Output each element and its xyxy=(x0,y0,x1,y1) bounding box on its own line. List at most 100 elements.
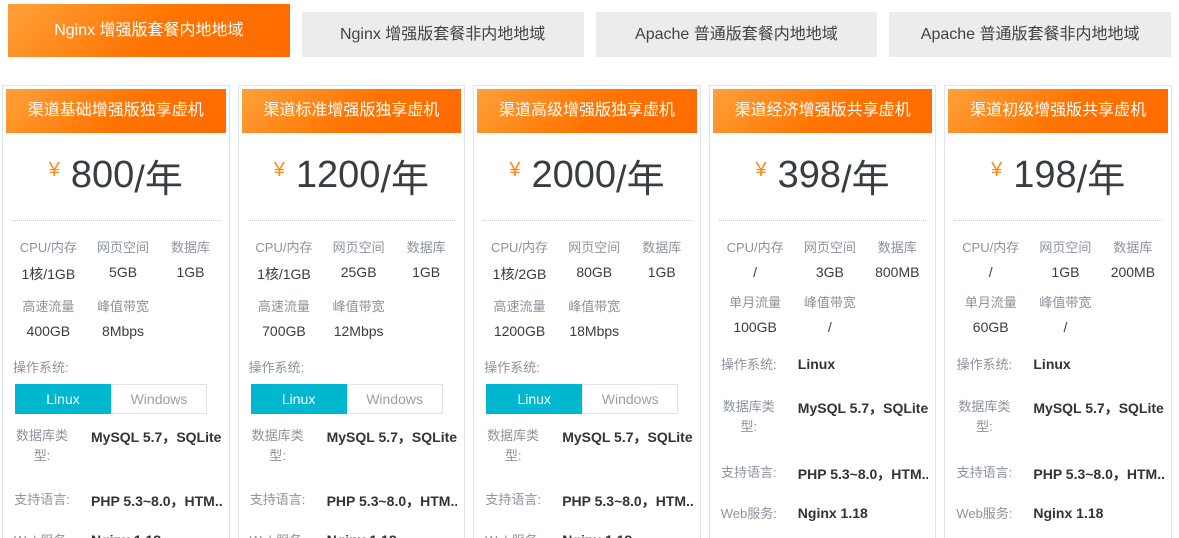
row-db-type: 数据库类型:MySQL 5.7，SQLite xyxy=(717,397,929,437)
price-amount: 2000 xyxy=(531,154,616,197)
row-db-type: 数据库类型:MySQL 5.7，SQLite xyxy=(952,397,1164,437)
plan-tabs: Nginx 增强版套餐内地地域 Nginx 增强版套餐非内地地域 Apache … xyxy=(0,0,1179,57)
row-db-type: 数据库类型:MySQL 5.7，SQLite xyxy=(246,426,458,466)
tab-apache-standard-non-mainland[interactable]: Apache 普通版套餐非内地地域 xyxy=(889,12,1171,57)
row-languages: 支持语言:PHP 5.3~8.0，HTM... xyxy=(717,463,929,484)
spec-row-2: 单月流量100GB 峰值带宽/ xyxy=(713,280,933,335)
spec-database: 数据库1GB xyxy=(397,237,455,284)
os-linux-button[interactable]: Linux xyxy=(251,384,347,414)
spec-space: 网页空间1GB xyxy=(1027,237,1104,280)
spec-space: 网页空间5GB xyxy=(85,237,162,284)
os-label: 操作系统: xyxy=(13,357,226,376)
plan-title: 渠道初级增强版共享虚机 xyxy=(948,89,1168,133)
spec-bandwidth: 峰值带宽12Mbps xyxy=(320,296,397,339)
spec-row-2: 高速流量400GB 峰值带宽8Mbps xyxy=(6,284,226,339)
tab-nginx-enhanced-non-mainland[interactable]: Nginx 增强版套餐非内地地域 xyxy=(302,12,584,57)
spec-bandwidth: 峰值带宽/ xyxy=(791,292,868,335)
spec-row-1: CPU/内存/ 网页空间1GB 数据库200MB xyxy=(948,221,1168,280)
plan-title: 渠道高级增强版独享虚机 xyxy=(477,89,697,133)
spec-row-2: 高速流量700GB 峰值带宽12Mbps xyxy=(242,284,462,339)
spec-database: 数据库200MB xyxy=(1104,237,1162,280)
plan-price: ¥ 1200 /年 xyxy=(242,133,462,220)
price-unit: /年 xyxy=(134,148,183,203)
currency-symbol: ¥ xyxy=(49,159,60,182)
row-languages: 支持语言:PHP 5.3~8.0，HTM... xyxy=(10,490,222,511)
spec-traffic: 高速流量700GB xyxy=(248,296,321,339)
row-db-type: 数据库类型:MySQL 5.7，SQLite xyxy=(481,426,693,466)
plan-card-advanced: 渠道高级增强版独享虚机 ¥ 2000 /年 CPU/内存1核/2GB 网页空间8… xyxy=(473,85,701,538)
detail-rows: 操作系统:Linux 数据库类型:MySQL 5.7，SQLite 支持语言:P… xyxy=(713,355,933,538)
detail-rows: 操作系统:Linux 数据库类型:MySQL 5.7，SQLite 支持语言:P… xyxy=(948,355,1168,538)
price-unit: /年 xyxy=(1077,148,1126,203)
row-os: 操作系统:Linux xyxy=(717,355,929,375)
spec-space: 网页空间25GB xyxy=(320,237,397,284)
plan-card-entry: 渠道初级增强版共享虚机 ¥ 198 /年 CPU/内存/ 网页空间1GB 数据库… xyxy=(944,85,1172,538)
spec-database: 数据库1GB xyxy=(633,237,691,284)
spec-database: 数据库1GB xyxy=(161,237,219,284)
os-windows-button[interactable]: Windows xyxy=(111,384,207,414)
plan-card-basic: 渠道基础增强版独享虚机 ¥ 800 /年 CPU/内存1核/1GB 网页空间5G… xyxy=(2,85,230,538)
spec-row-1: CPU/内存/ 网页空间3GB 数据库800MB xyxy=(713,221,933,280)
spec-space: 网页空间3GB xyxy=(791,237,868,280)
price-unit: /年 xyxy=(616,148,665,203)
plan-cards: 渠道基础增强版独享虚机 ¥ 800 /年 CPU/内存1核/1GB 网页空间5G… xyxy=(0,85,1179,538)
currency-symbol: ¥ xyxy=(991,159,1002,182)
os-label: 操作系统: xyxy=(249,357,462,376)
plan-price: ¥ 198 /年 xyxy=(948,133,1168,220)
detail-rows: 数据库类型:MySQL 5.7，SQLite 支持语言:PHP 5.3~8.0，… xyxy=(242,426,462,538)
spec-cpu: CPU/内存/ xyxy=(954,237,1027,280)
currency-symbol: ¥ xyxy=(509,159,520,182)
row-languages: 支持语言:PHP 5.3~8.0，HTM... xyxy=(481,490,693,511)
spec-traffic: 高速流量400GB xyxy=(12,296,85,339)
spec-row-1: CPU/内存1核/1GB 网页空间5GB 数据库1GB xyxy=(6,221,226,284)
spec-row-1: CPU/内存1核/2GB 网页空间80GB 数据库1GB xyxy=(477,221,697,284)
price-amount: 1200 xyxy=(296,154,381,197)
hosting-pricing-page: Nginx 增强版套餐内地地域 Nginx 增强版套餐非内地地域 Apache … xyxy=(0,0,1179,538)
row-db-type: 数据库类型:MySQL 5.7，SQLite xyxy=(10,426,222,466)
row-languages: 支持语言:PHP 5.3~8.0，HTM... xyxy=(952,463,1164,484)
plan-price: ¥ 800 /年 xyxy=(6,133,226,220)
spec-cpu: CPU/内存1核/1GB xyxy=(248,237,321,284)
spec-cpu: CPU/内存1核/1GB xyxy=(12,237,85,284)
spec-traffic: 高速流量1200GB xyxy=(483,296,556,339)
currency-symbol: ¥ xyxy=(274,159,285,182)
spec-cpu: CPU/内存/ xyxy=(719,237,792,280)
os-windows-button[interactable]: Windows xyxy=(347,384,443,414)
spec-row-1: CPU/内存1核/1GB 网页空间25GB 数据库1GB xyxy=(242,221,462,284)
price-amount: 800 xyxy=(71,154,134,197)
plan-card-standard: 渠道标准增强版独享虚机 ¥ 1200 /年 CPU/内存1核/1GB 网页空间2… xyxy=(238,85,466,538)
tab-nginx-enhanced-mainland[interactable]: Nginx 增强版套餐内地地域 xyxy=(8,4,290,57)
tab-apache-standard-mainland[interactable]: Apache 普通版套餐内地地域 xyxy=(596,12,878,57)
os-label: 操作系统: xyxy=(484,357,697,376)
price-unit: /年 xyxy=(841,148,890,203)
plan-title: 渠道基础增强版独享虚机 xyxy=(6,89,226,133)
spec-row-2: 单月流量60GB 峰值带宽/ xyxy=(948,280,1168,335)
row-web-service: Web服务:Nginx 1.18 xyxy=(717,504,929,524)
plan-price: ¥ 398 /年 xyxy=(713,133,933,220)
spec-bandwidth: 峰值带宽8Mbps xyxy=(85,296,162,339)
row-languages: 支持语言:PHP 5.3~8.0，HTM... xyxy=(246,490,458,511)
os-linux-button[interactable]: Linux xyxy=(15,384,111,414)
row-web-service: Web服务:Nginx 1.18 xyxy=(952,504,1164,524)
spec-bandwidth: 峰值带宽18Mbps xyxy=(556,296,633,339)
spec-cpu: CPU/内存1核/2GB xyxy=(483,237,556,284)
os-toggle: Linux Windows xyxy=(15,384,207,414)
spec-row-2: 高速流量1200GB 峰值带宽18Mbps xyxy=(477,284,697,339)
detail-rows: 数据库类型:MySQL 5.7，SQLite 支持语言:PHP 5.3~8.0，… xyxy=(477,426,697,538)
plan-title: 渠道经济增强版共享虚机 xyxy=(713,89,933,133)
detail-rows: 数据库类型:MySQL 5.7，SQLite 支持语言:PHP 5.3~8.0，… xyxy=(6,426,226,538)
currency-symbol: ¥ xyxy=(756,159,767,182)
os-toggle: Linux Windows xyxy=(486,384,678,414)
plan-card-economy: 渠道经济增强版共享虚机 ¥ 398 /年 CPU/内存/ 网页空间3GB 数据库… xyxy=(709,85,937,538)
plan-title: 渠道标准增强版独享虚机 xyxy=(242,89,462,133)
os-linux-button[interactable]: Linux xyxy=(486,384,582,414)
spec-bandwidth: 峰值带宽/ xyxy=(1027,292,1104,335)
os-windows-button[interactable]: Windows xyxy=(582,384,678,414)
os-toggle: Linux Windows xyxy=(251,384,443,414)
spec-database: 数据库800MB xyxy=(868,237,926,280)
price-amount: 198 xyxy=(1013,154,1076,197)
spec-traffic: 单月流量60GB xyxy=(954,292,1027,335)
plan-price: ¥ 2000 /年 xyxy=(477,133,697,220)
row-os: 操作系统:Linux xyxy=(952,355,1164,375)
spec-traffic: 单月流量100GB xyxy=(719,292,792,335)
